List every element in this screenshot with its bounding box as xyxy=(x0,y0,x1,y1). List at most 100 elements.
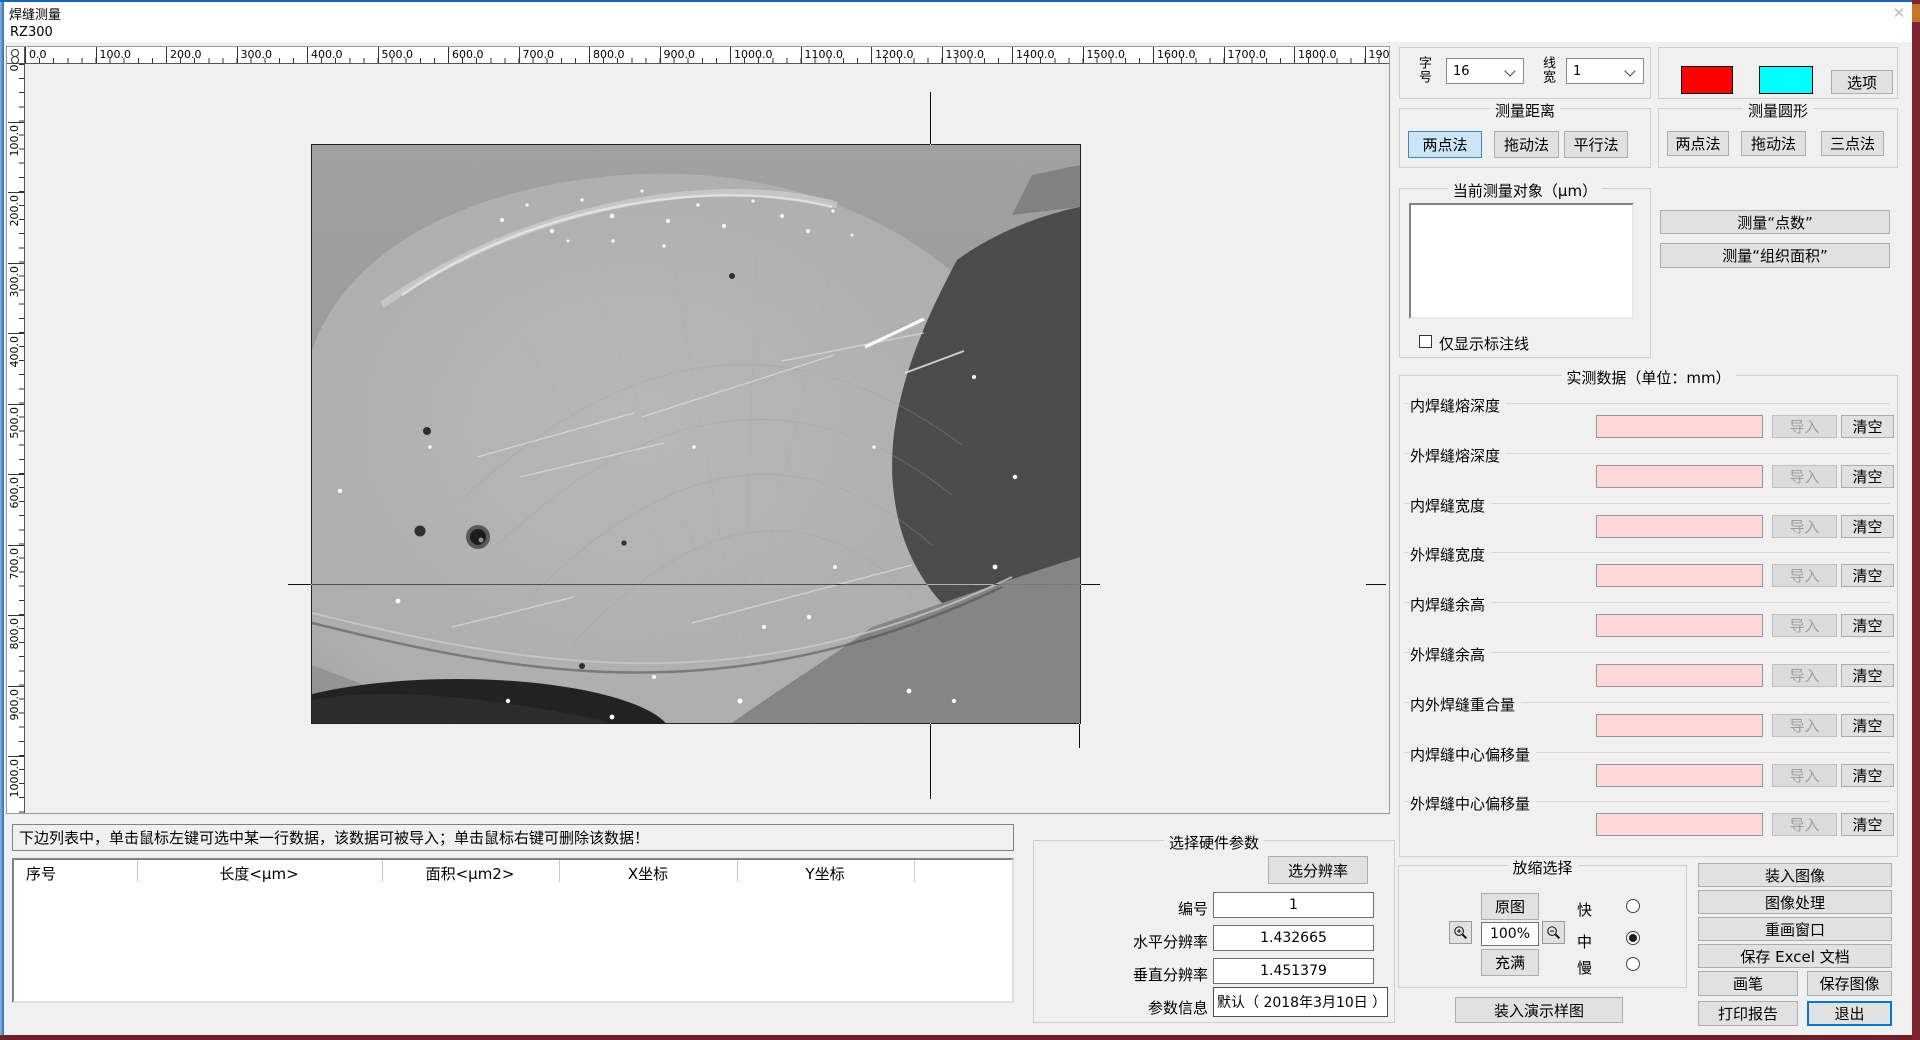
crosshair-vertical-bottom xyxy=(930,723,931,799)
ruler-tick xyxy=(307,47,308,63)
clear-button[interactable]: 清空 xyxy=(1841,813,1894,836)
current-object-group: 当前测量对象（μm） 仅显示标注线 xyxy=(1399,188,1651,358)
vres-input[interactable]: 1.451379 xyxy=(1213,958,1374,984)
measured-value-input[interactable] xyxy=(1596,415,1763,438)
clear-button[interactable]: 清空 xyxy=(1841,415,1894,438)
close-icon[interactable]: ✕ xyxy=(1886,3,1912,23)
measured-value-input[interactable] xyxy=(1596,515,1763,538)
results-table[interactable]: 序号 长度<μm> 面积<μm2> X坐标 Y坐标 xyxy=(12,858,1014,1003)
import-button[interactable]: 导入 xyxy=(1772,764,1837,787)
crosshair-vertical-top xyxy=(930,92,931,145)
crosshair-vertical-right xyxy=(1079,723,1080,748)
menu-item-rz300[interactable]: RZ300 xyxy=(10,25,53,40)
exit-button[interactable]: 退出 xyxy=(1807,1001,1892,1026)
zoom-in-icon[interactable] xyxy=(1449,921,1472,944)
text-color-swatch[interactable] xyxy=(1759,66,1813,94)
zoom-percent-input[interactable]: 100% xyxy=(1481,922,1539,946)
measure-area-button[interactable]: 测量“组织面积” xyxy=(1660,243,1890,268)
clear-button[interactable]: 清空 xyxy=(1841,515,1894,538)
import-button[interactable]: 导入 xyxy=(1772,614,1837,637)
image-process-button[interactable]: 图像处理 xyxy=(1698,890,1892,914)
import-button[interactable]: 导入 xyxy=(1772,664,1837,687)
line-width-dropdown[interactable]: 1 xyxy=(1566,58,1644,84)
speed-medium-radio[interactable] xyxy=(1626,931,1640,945)
measured-value-input[interactable] xyxy=(1596,714,1763,737)
ruler-tick xyxy=(8,122,24,123)
current-object-listbox[interactable] xyxy=(1409,203,1634,319)
clear-button[interactable]: 清空 xyxy=(1841,564,1894,587)
ruler-tick xyxy=(1083,47,1084,63)
clear-button[interactable]: 清空 xyxy=(1841,664,1894,687)
import-button[interactable]: 导入 xyxy=(1772,564,1837,587)
fit-button[interactable]: 充满 xyxy=(1481,949,1539,976)
measured-value-input[interactable] xyxy=(1596,664,1763,687)
ruler-label: 1500.0 xyxy=(1087,48,1126,61)
clear-button[interactable]: 清空 xyxy=(1841,764,1894,787)
import-button[interactable]: 导入 xyxy=(1772,714,1837,737)
clear-button[interactable]: 清空 xyxy=(1841,714,1894,737)
measured-value-input[interactable] xyxy=(1596,614,1763,637)
ruler-label: 100.0 xyxy=(100,48,132,61)
save-excel-button[interactable]: 保存 Excel 文档 xyxy=(1698,944,1892,968)
measured-value-input[interactable] xyxy=(1596,764,1763,787)
font-size-value: 16 xyxy=(1453,64,1470,79)
only-show-lines-label: 仅显示标注线 xyxy=(1439,333,1529,354)
line-width-label: 线宽 xyxy=(1538,56,1557,84)
measured-value-input[interactable] xyxy=(1596,813,1763,836)
save-image-button[interactable]: 保存图像 xyxy=(1807,971,1892,996)
load-demo-button[interactable]: 装入演示样图 xyxy=(1455,997,1623,1023)
font-size-label: 字号 xyxy=(1414,56,1433,84)
window-top-border xyxy=(0,0,1920,2)
zoom-out-icon[interactable] xyxy=(1542,921,1565,944)
choose-resolution-button[interactable]: 选分辨率 xyxy=(1268,856,1368,884)
only-show-lines-checkbox[interactable] xyxy=(1419,335,1432,348)
font-size-dropdown[interactable]: 16 xyxy=(1446,58,1524,84)
speed-fast-radio[interactable] xyxy=(1626,899,1640,913)
window-bottom-border xyxy=(0,1035,1912,1040)
redraw-window-button[interactable]: 重画窗口 xyxy=(1698,917,1892,941)
clear-button[interactable]: 清空 xyxy=(1841,465,1894,488)
ruler-tick xyxy=(589,47,590,63)
clear-button[interactable]: 清空 xyxy=(1841,614,1894,637)
import-button[interactable]: 导入 xyxy=(1772,515,1837,538)
ruler-tick xyxy=(448,47,449,63)
original-size-button[interactable]: 原图 xyxy=(1481,893,1539,920)
ruler-tick xyxy=(1365,47,1366,63)
ruler-tick xyxy=(660,47,661,63)
serial-label: 编号 xyxy=(1034,898,1208,919)
vertical-ruler: 0.0 100.0 200.0 300.0 400.0 500.0 600.0 … xyxy=(7,64,25,813)
circle-three-point-button[interactable]: 三点法 xyxy=(1821,131,1884,156)
ruler-label: 300.0 xyxy=(8,266,21,298)
measured-value-input[interactable] xyxy=(1596,465,1763,488)
print-report-button[interactable]: 打印报告 xyxy=(1698,1001,1798,1026)
speed-slow-radio[interactable] xyxy=(1626,957,1640,971)
hres-input[interactable]: 1.432665 xyxy=(1213,925,1374,951)
serial-input[interactable]: 1 xyxy=(1213,892,1374,918)
app-window: 焊缝测量 ✕ RZ300 0.0 100.0 200.0 300.0 400.0… xyxy=(0,0,1920,1040)
options-button[interactable]: 选项 xyxy=(1831,70,1893,94)
import-button[interactable]: 导入 xyxy=(1772,465,1837,488)
circle-drag-button[interactable]: 拖动法 xyxy=(1741,131,1806,156)
import-button[interactable]: 导入 xyxy=(1772,415,1837,438)
ruler-label: 900.0 xyxy=(8,689,21,721)
chevron-down-icon xyxy=(1624,65,1635,76)
ruler-label: 1000.0 xyxy=(8,759,21,798)
menu-bar xyxy=(0,24,1912,42)
load-image-button[interactable]: 装入图像 xyxy=(1698,863,1892,887)
distance-two-point-button[interactable]: 两点法 xyxy=(1408,131,1482,158)
ruler-tick xyxy=(1294,47,1295,63)
circle-two-point-button[interactable]: 两点法 xyxy=(1667,131,1729,156)
distance-drag-button[interactable]: 拖动法 xyxy=(1494,131,1559,158)
measure-points-button[interactable]: 测量“点数” xyxy=(1660,210,1890,234)
import-button[interactable]: 导入 xyxy=(1772,813,1837,836)
ruler-tick xyxy=(237,47,238,63)
weld-micrograph-image[interactable] xyxy=(312,145,1080,723)
speed-medium-label: 中 xyxy=(1577,931,1592,952)
ruler-tick xyxy=(378,47,379,63)
line-color-swatch[interactable] xyxy=(1681,66,1733,94)
distance-parallel-button[interactable]: 平行法 xyxy=(1564,131,1628,158)
param-info-input[interactable]: 默认（ 2018年3月10日 ） xyxy=(1213,987,1388,1017)
measured-value-input[interactable] xyxy=(1596,564,1763,587)
pen-button[interactable]: 画笔 xyxy=(1698,971,1798,996)
measured-row-label: 内焊缝熔深度 xyxy=(1410,395,1506,416)
